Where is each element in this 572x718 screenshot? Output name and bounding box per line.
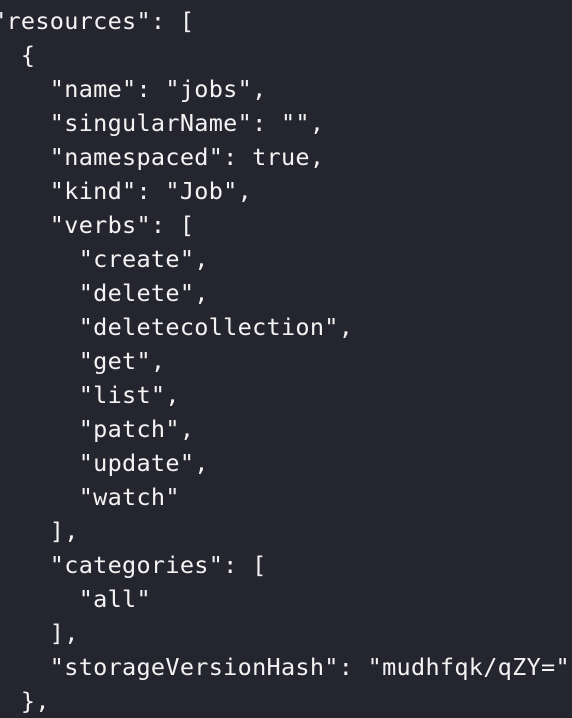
terminal-output: "resources": [ { "name": "jobs", "singul… <box>0 0 572 718</box>
code-line-storage-version-hash: "storageVersionHash": "mudhfqk/qZY=" <box>0 653 570 681</box>
code-line-verb-create: "create", <box>0 245 209 273</box>
code-line-verb-get: "get", <box>0 347 166 375</box>
code-line-close-object: }, <box>20 687 50 715</box>
code-line-open-object: { <box>20 41 36 69</box>
code-line-verbs: "verbs": [ <box>0 211 195 239</box>
code-line-verb-patch: "patch", <box>0 415 195 443</box>
code-line-singular-name: "singularName": "", <box>0 109 325 137</box>
code-line-verb-update: "update", <box>0 449 209 477</box>
code-line-close-categories: ], <box>0 619 79 647</box>
code-line-resources: "resources": [ <box>0 7 195 35</box>
code-line-verb-watch: "watch" <box>0 483 180 511</box>
code-line-verb-list: "list", <box>0 381 180 409</box>
code-line-namespaced: "namespaced": true, <box>0 143 325 171</box>
code-line-name: "name": "jobs", <box>0 75 267 103</box>
code-line-close-verbs: ], <box>0 517 79 545</box>
code-line-verb-delete: "delete", <box>0 279 209 307</box>
code-line-categories: "categories": [ <box>0 551 267 579</box>
code-line-verb-deletecollection: "deletecollection", <box>0 313 354 341</box>
code-line-category-all: "all" <box>0 585 151 613</box>
code-line-kind: "kind": "Job", <box>0 177 253 205</box>
